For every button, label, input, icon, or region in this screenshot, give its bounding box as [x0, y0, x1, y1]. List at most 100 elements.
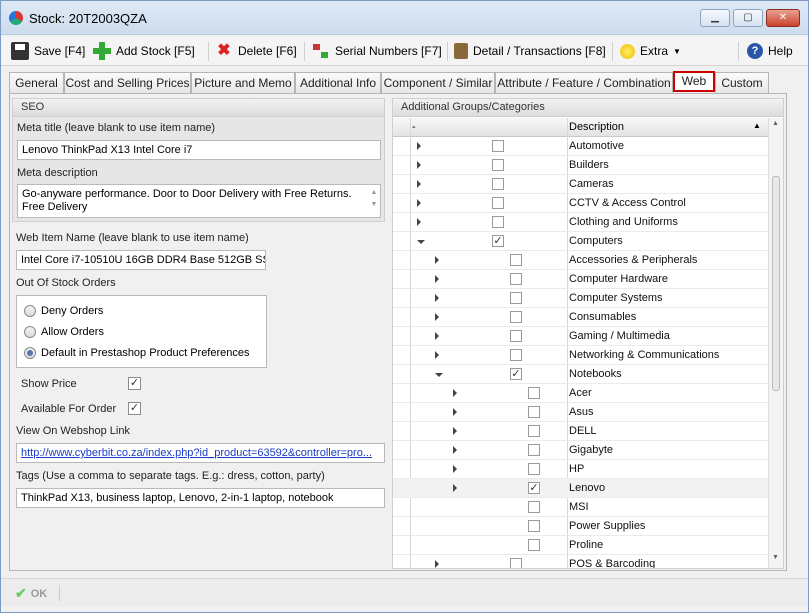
expanded-arrow-icon[interactable]	[417, 240, 425, 248]
collapsed-arrow-icon[interactable]	[417, 142, 421, 150]
collapsed-arrow-icon[interactable]	[435, 332, 439, 340]
tab-general[interactable]: General	[9, 72, 64, 94]
tab-component-similar[interactable]: Component / Similar	[381, 72, 495, 94]
collapsed-arrow-icon[interactable]	[435, 256, 439, 264]
category-checkbox[interactable]	[510, 254, 522, 266]
collapsed-arrow-icon[interactable]	[453, 427, 457, 435]
radio-deny-orders[interactable]: Deny Orders	[24, 305, 103, 317]
delete-button[interactable]: ✖ Delete [F6]	[215, 41, 296, 61]
category-row[interactable]: Power Supplies	[393, 517, 773, 536]
collapsed-arrow-icon[interactable]	[453, 446, 457, 454]
meta-description-input[interactable]: Go-anyware performance. Door to Door Del…	[17, 184, 381, 218]
category-checkbox[interactable]	[528, 425, 540, 437]
category-row[interactable]: ✓ Lenovo	[393, 479, 773, 498]
category-row[interactable]: Asus	[393, 403, 773, 422]
tab-picture-memo[interactable]: Picture and Memo	[191, 72, 295, 94]
collapsed-arrow-icon[interactable]	[453, 484, 457, 492]
web-item-name-input[interactable]: Intel Core i7-10510U 16GB DDR4 Base 512G…	[16, 250, 266, 270]
category-checkbox[interactable]: ✓	[510, 368, 522, 380]
category-checkbox[interactable]	[510, 292, 522, 304]
category-checkbox[interactable]	[528, 406, 540, 418]
close-button[interactable]: ✕	[766, 9, 800, 27]
scroll-arrows-icon[interactable]: ▲ ▼	[369, 187, 379, 217]
detail-transactions-button[interactable]: Detail / Transactions [F8]	[454, 41, 606, 61]
category-row[interactable]: Computer Hardware	[393, 270, 773, 289]
category-row[interactable]: DELL	[393, 422, 773, 441]
category-row[interactable]: MSI	[393, 498, 773, 517]
collapse-column-header[interactable]: -	[412, 121, 416, 133]
category-row[interactable]: Gigabyte	[393, 441, 773, 460]
category-row[interactable]: Accessories & Peripherals	[393, 251, 773, 270]
category-checkbox[interactable]	[510, 273, 522, 285]
category-checkbox[interactable]	[492, 216, 504, 228]
collapsed-arrow-icon[interactable]	[453, 408, 457, 416]
category-checkbox[interactable]	[492, 159, 504, 171]
grid-scrollbar[interactable]: ▲ ▼	[768, 118, 783, 568]
category-row[interactable]: Acer	[393, 384, 773, 403]
category-checkbox[interactable]	[492, 178, 504, 190]
category-checkbox[interactable]	[528, 501, 540, 513]
collapsed-arrow-icon[interactable]	[435, 294, 439, 302]
category-checkbox[interactable]: ✓	[528, 482, 540, 494]
category-row[interactable]: ✓ Computers	[393, 232, 773, 251]
collapsed-arrow-icon[interactable]	[435, 351, 439, 359]
category-checkbox[interactable]	[528, 463, 540, 475]
meta-title-input[interactable]: Lenovo ThinkPad X13 Intel Core i7	[17, 140, 381, 160]
category-row[interactable]: Builders	[393, 156, 773, 175]
description-column-header[interactable]: Description	[569, 121, 624, 133]
collapsed-arrow-icon[interactable]	[453, 465, 457, 473]
category-row[interactable]: Gaming / Multimedia	[393, 327, 773, 346]
show-price-checkbox[interactable]: ✓	[128, 377, 141, 390]
collapsed-arrow-icon[interactable]	[417, 218, 421, 226]
category-row[interactable]: Clothing and Uniforms	[393, 213, 773, 232]
minimize-button[interactable]: ▁	[700, 9, 730, 27]
category-checkbox[interactable]	[510, 558, 522, 568]
category-checkbox[interactable]	[528, 520, 540, 532]
collapsed-arrow-icon[interactable]	[435, 275, 439, 283]
add-stock-button[interactable]: Add Stock [F5]	[93, 41, 195, 61]
available-for-order-checkbox[interactable]: ✓	[128, 402, 141, 415]
scroll-thumb[interactable]	[772, 176, 780, 391]
category-checkbox[interactable]	[492, 197, 504, 209]
webshop-link[interactable]: http://www.cyberbit.co.za/index.php?id_p…	[16, 443, 385, 463]
save-button[interactable]: Save [F4]	[11, 41, 85, 61]
tab-additional-info[interactable]: Additional Info	[295, 72, 381, 94]
collapsed-arrow-icon[interactable]	[417, 180, 421, 188]
serial-numbers-button[interactable]: Serial Numbers [F7]	[312, 41, 442, 61]
category-row[interactable]: Consumables	[393, 308, 773, 327]
ok-button[interactable]: ✔ OK	[15, 585, 47, 602]
category-row[interactable]: Proline	[393, 536, 773, 555]
tags-input[interactable]: ThinkPad X13, business laptop, Lenovo, 2…	[16, 488, 385, 508]
category-checkbox[interactable]	[528, 387, 540, 399]
category-row[interactable]: Networking & Communications	[393, 346, 773, 365]
tab-custom[interactable]: Custom	[715, 72, 769, 94]
category-checkbox[interactable]	[528, 444, 540, 456]
maximize-button[interactable]: ▢	[733, 9, 763, 27]
category-row[interactable]: CCTV & Access Control	[393, 194, 773, 213]
scroll-up-icon[interactable]: ▲	[772, 120, 779, 127]
category-checkbox[interactable]	[510, 330, 522, 342]
category-checkbox[interactable]	[492, 140, 504, 152]
collapsed-arrow-icon[interactable]	[417, 199, 421, 207]
category-row[interactable]: Automotive	[393, 137, 773, 156]
category-row[interactable]: Computer Systems	[393, 289, 773, 308]
collapsed-arrow-icon[interactable]	[435, 313, 439, 321]
tab-attribute-feature[interactable]: Attribute / Feature / Combination	[495, 72, 673, 94]
scroll-down-icon[interactable]: ▼	[772, 554, 779, 561]
radio-allow-orders[interactable]: Allow Orders	[24, 326, 104, 338]
category-checkbox[interactable]	[528, 539, 540, 551]
tab-web[interactable]: Web	[673, 71, 715, 92]
category-row[interactable]: ✓ Notebooks	[393, 365, 773, 384]
category-checkbox[interactable]	[510, 311, 522, 323]
collapsed-arrow-icon[interactable]	[453, 389, 457, 397]
help-button[interactable]: ? Help	[747, 41, 793, 61]
category-row[interactable]: POS & Barcoding	[393, 555, 773, 568]
collapsed-arrow-icon[interactable]	[435, 560, 439, 568]
category-row[interactable]: HP	[393, 460, 773, 479]
category-checkbox[interactable]: ✓	[492, 235, 504, 247]
radio-default-prestashop[interactable]: Default in Prestashop Product Preference…	[24, 347, 250, 359]
tab-cost-selling[interactable]: Cost and Selling Prices	[64, 72, 191, 94]
collapsed-arrow-icon[interactable]	[417, 161, 421, 169]
extra-dropdown-button[interactable]: Extra ▼	[620, 41, 681, 61]
expanded-arrow-icon[interactable]	[435, 373, 443, 381]
